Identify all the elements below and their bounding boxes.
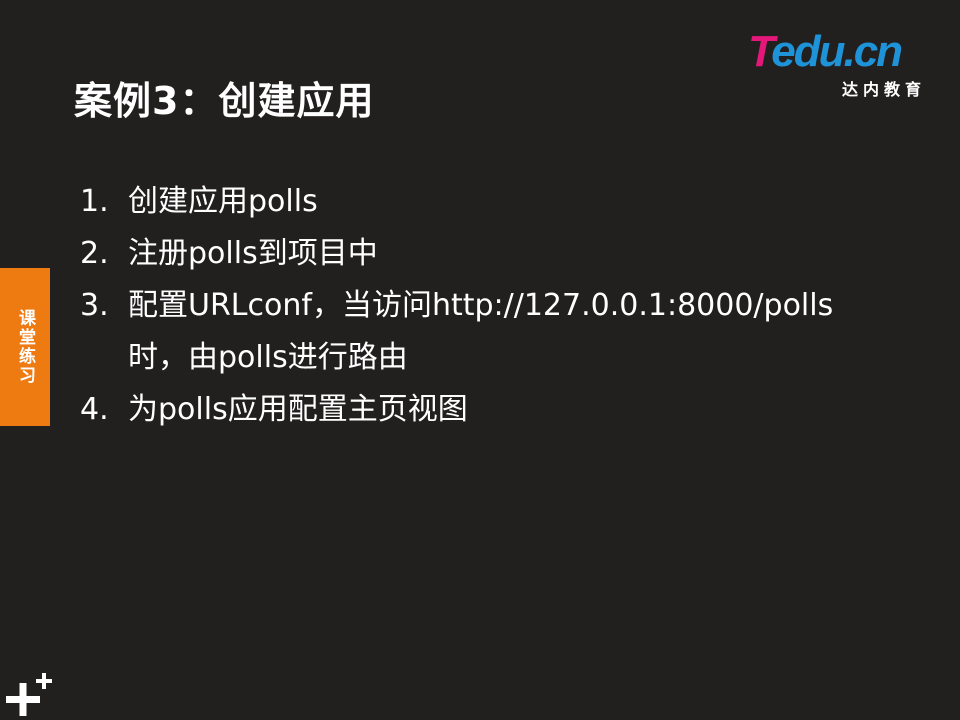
list-item-line: 创建应用polls <box>128 184 318 219</box>
list-item: 4. 为polls应用配置主页视图 <box>80 384 868 436</box>
list-item-number: 1. <box>80 184 109 219</box>
logo-subtitle: 达内教育 <box>841 80 926 99</box>
slide: 案例3：创建应用 Tedu.cn 达内教育 课堂练习 1. 创建应用polls … <box>0 0 960 720</box>
list-item-line: 为polls应用配置主页视图 <box>128 392 468 427</box>
logo-brand: Tedu.cn <box>748 27 903 76</box>
task-list: 1. 创建应用polls 2. 注册polls到项目中 3. 配置URLconf… <box>80 176 868 436</box>
plus-icon <box>6 673 52 716</box>
list-item-text: 创建应用polls <box>128 176 868 228</box>
slide-title: 案例3：创建应用 <box>74 79 375 123</box>
logo-brand-t: T <box>748 27 773 76</box>
list-item: 1. 创建应用polls <box>80 176 868 228</box>
list-item-line: 配置URLconf，当访问http://127.0.0.1:8000/polls <box>128 288 834 323</box>
tedu-logo: Tedu.cn 达内教育 <box>748 28 930 100</box>
side-tab-practice: 课堂练习 <box>0 268 50 426</box>
list-item-text: 为polls应用配置主页视图 <box>128 384 868 436</box>
list-item-number: 2. <box>80 236 109 271</box>
list-item-number: 4. <box>80 392 109 427</box>
list-item-text: 配置URLconf，当访问http://127.0.0.1:8000/polls… <box>128 280 868 384</box>
list-item-line: 注册polls到项目中 <box>128 236 378 271</box>
list-item-number: 3. <box>80 288 109 323</box>
list-item: 2. 注册polls到项目中 <box>80 228 868 280</box>
list-item-line: 时，由polls进行路由 <box>128 340 408 375</box>
logo-brand-rest: edu.cn <box>771 27 903 76</box>
list-item: 3. 配置URLconf，当访问http://127.0.0.1:8000/po… <box>80 280 868 384</box>
side-tab-label: 课堂练习 <box>15 309 35 385</box>
list-item-text: 注册polls到项目中 <box>128 228 868 280</box>
